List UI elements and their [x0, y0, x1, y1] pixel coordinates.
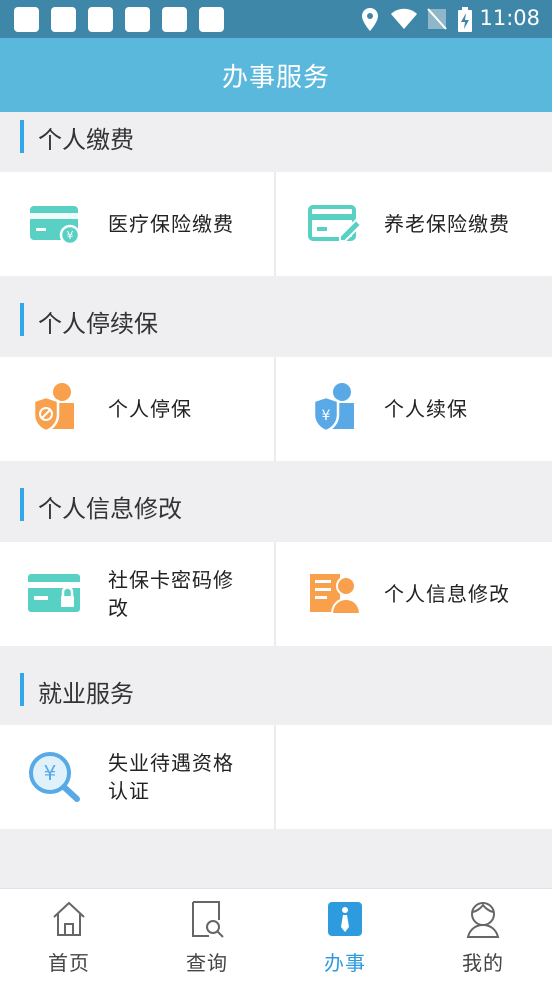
service-label: 个人续保: [384, 397, 468, 421]
tab-mine[interactable]: 我的: [414, 889, 552, 981]
service-label: 社保卡密码修改: [108, 568, 234, 620]
svg-text:¥: ¥: [322, 408, 331, 424]
personal-info-change-button[interactable]: 个人信息修改: [276, 542, 550, 646]
tab-query[interactable]: 查询: [138, 889, 276, 981]
search-money-icon: ¥: [29, 752, 80, 802]
location-icon: [362, 8, 378, 31]
section-title: 就业服务: [38, 680, 134, 708]
tab-home[interactable]: 首页: [0, 889, 138, 981]
status-bar: 11:08: [0, 0, 552, 38]
service-row: ¥ 失业待遇资格认证: [0, 725, 552, 829]
tab-label: 查询: [186, 951, 228, 975]
personal-suspend-insurance-button[interactable]: 个人停保: [0, 357, 274, 461]
tab-label: 首页: [48, 951, 90, 975]
signal-icon: [427, 8, 447, 30]
notification-icon: [14, 7, 39, 32]
wifi-icon: [391, 8, 417, 29]
user-icon: [466, 902, 500, 938]
app-header: 办事服务: [0, 38, 552, 112]
service-label: 失业待遇资格认证: [108, 751, 234, 803]
section-accent: [20, 488, 24, 521]
service-label: 个人停保: [108, 397, 192, 421]
home-icon: [53, 901, 85, 936]
section-header: 就业服务: [0, 646, 552, 724]
document-person-icon: [310, 574, 362, 615]
suspend-person-icon: [32, 383, 74, 433]
section-accent: [20, 673, 24, 706]
info-tie-icon: [328, 902, 362, 936]
section-accent: [20, 303, 24, 336]
notification-icon: [162, 7, 187, 32]
personal-resume-insurance-button[interactable]: ¥ 个人续保: [276, 357, 550, 461]
card-payment-icon: ¥: [30, 206, 81, 246]
notification-icon: [88, 7, 113, 32]
card-lock-icon: [28, 574, 80, 612]
battery-icon: [458, 7, 472, 32]
search-document-icon: [192, 901, 224, 938]
unemployment-qualification-button[interactable]: ¥ 失业待遇资格认证: [0, 725, 274, 829]
svg-text:¥: ¥: [44, 761, 57, 785]
section-header: 个人信息修改: [0, 461, 552, 542]
card-edit-icon: [308, 205, 362, 242]
empty-cell: [276, 725, 550, 829]
service-row: 社保卡密码修改 个人信息修改: [0, 542, 552, 646]
tab-services[interactable]: 办事: [276, 889, 414, 981]
service-label: 个人信息修改: [384, 582, 510, 606]
notification-icon: [199, 7, 224, 32]
section-accent: [20, 120, 24, 153]
svg-text:¥: ¥: [67, 229, 74, 242]
page-title: 办事服务: [221, 62, 330, 93]
section-title: 个人缴费: [38, 126, 134, 154]
pension-insurance-payment-button[interactable]: 养老保险缴费: [276, 172, 550, 276]
notification-icon: [125, 7, 150, 32]
medical-insurance-payment-button[interactable]: ¥ 医疗保险缴费: [0, 172, 274, 276]
section-title: 个人停续保: [38, 310, 158, 338]
notification-icon: [51, 7, 76, 32]
section-header: 个人停续保: [0, 276, 552, 357]
service-label: 养老保险缴费: [384, 212, 510, 236]
clock: 11:08: [479, 6, 540, 30]
resume-person-icon: ¥: [312, 383, 354, 433]
tab-label: 办事: [324, 951, 366, 975]
social-card-password-change-button[interactable]: 社保卡密码修改: [0, 542, 274, 646]
bottom-tab-bar: 首页 查询 办事 我的: [0, 888, 552, 981]
tab-label: 我的: [462, 951, 504, 975]
section-title: 个人信息修改: [38, 495, 182, 523]
service-row: 个人停保 ¥ 个人续保: [0, 357, 552, 461]
service-row: ¥ 医疗保险缴费 养老保险缴费: [0, 172, 552, 276]
section-header: 个人缴费: [0, 112, 552, 170]
service-label: 医疗保险缴费: [108, 212, 234, 236]
